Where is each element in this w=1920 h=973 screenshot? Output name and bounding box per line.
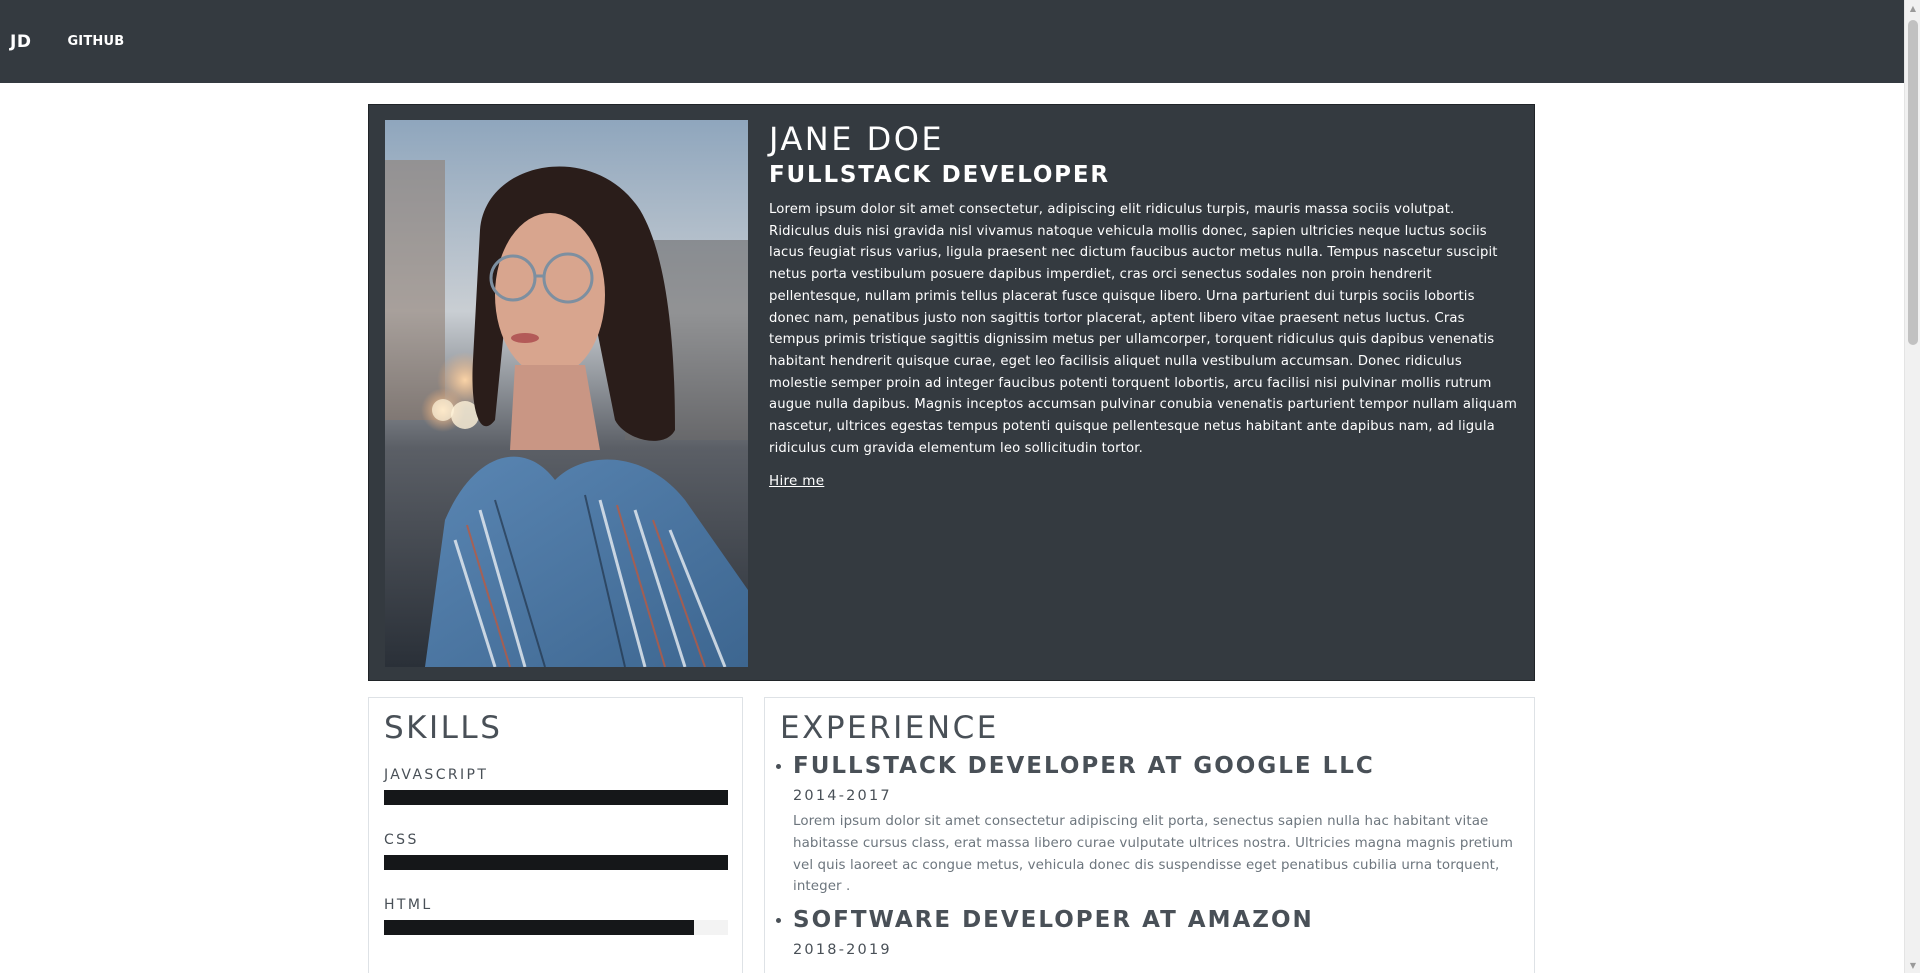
skill-list: JAVASCRIPT CSS HTML bbox=[384, 766, 728, 961]
hire-me-link[interactable]: Hire me bbox=[769, 473, 824, 489]
skill-bar-fill bbox=[384, 920, 694, 935]
hero-card: JANE DOE FULLSTACK DEVELOPER Lorem ipsum… bbox=[368, 104, 1535, 681]
page: JD GITHUB JANE DOE FULLSTACK DEVELOPER L… bbox=[0, 0, 1920, 973]
scroll-down-arrow-icon[interactable]: ▼ bbox=[1905, 957, 1920, 973]
experience-heading: EXPERIENCE bbox=[780, 710, 999, 746]
hero-job-title: FULLSTACK DEVELOPER bbox=[769, 162, 1110, 188]
skill-bar-fill bbox=[384, 855, 728, 870]
skill-item: HTML bbox=[384, 896, 728, 935]
nav-link-github[interactable]: GITHUB bbox=[67, 34, 124, 49]
experience-card: EXPERIENCE FULLSTACK DEVELOPER AT GOOGLE… bbox=[764, 697, 1535, 973]
scroll-up-arrow-icon[interactable]: ▲ bbox=[1905, 0, 1920, 16]
skill-label: CSS bbox=[384, 832, 419, 848]
experience-description: Lorem ipsum dolor sit amet consectetur a… bbox=[793, 814, 1513, 895]
scrollbar-thumb[interactable] bbox=[1908, 20, 1918, 345]
hero-name: JANE DOE bbox=[769, 120, 945, 158]
experience-item: FULLSTACK DEVELOPER AT GOOGLE LLC 2014-2… bbox=[776, 750, 1518, 898]
skills-heading: SKILLS bbox=[384, 710, 503, 746]
experience-dates: 2018-2019 bbox=[793, 942, 892, 959]
skill-item: JAVASCRIPT bbox=[384, 766, 728, 805]
skills-card: SKILLS JAVASCRIPT CSS HTML bbox=[368, 697, 743, 973]
top-navbar: JD GITHUB bbox=[0, 0, 1904, 83]
skill-bar-track bbox=[384, 855, 728, 870]
hero-bio: Lorem ipsum dolor sit amet consectetur, … bbox=[769, 202, 1517, 456]
hero-text: JANE DOE FULLSTACK DEVELOPER Lorem ipsum… bbox=[769, 119, 1519, 489]
experience-title: SOFTWARE DEVELOPER AT AMAZON bbox=[793, 907, 1314, 934]
profile-photo-image bbox=[385, 120, 748, 667]
experience-dates: 2014-2017 bbox=[793, 788, 892, 804]
experience-title: FULLSTACK DEVELOPER AT GOOGLE LLC bbox=[793, 753, 1375, 779]
bullet-icon bbox=[776, 764, 781, 769]
skill-item: CSS bbox=[384, 831, 728, 870]
bullet-icon bbox=[776, 918, 781, 924]
experience-list: FULLSTACK DEVELOPER AT GOOGLE LLC 2014-2… bbox=[776, 750, 1518, 967]
skill-bar-track bbox=[384, 920, 728, 935]
skill-bar-track bbox=[384, 790, 728, 805]
experience-item: SOFTWARE DEVELOPER AT AMAZON 2018-2019 bbox=[776, 904, 1518, 961]
page-scrollbar[interactable]: ▲ ▼ bbox=[1904, 0, 1920, 973]
skill-label: JAVASCRIPT bbox=[384, 767, 489, 783]
skill-label: HTML bbox=[384, 897, 433, 913]
brand-logo[interactable]: JD bbox=[10, 32, 31, 52]
skill-bar-fill bbox=[384, 790, 728, 805]
profile-photo bbox=[385, 120, 748, 667]
